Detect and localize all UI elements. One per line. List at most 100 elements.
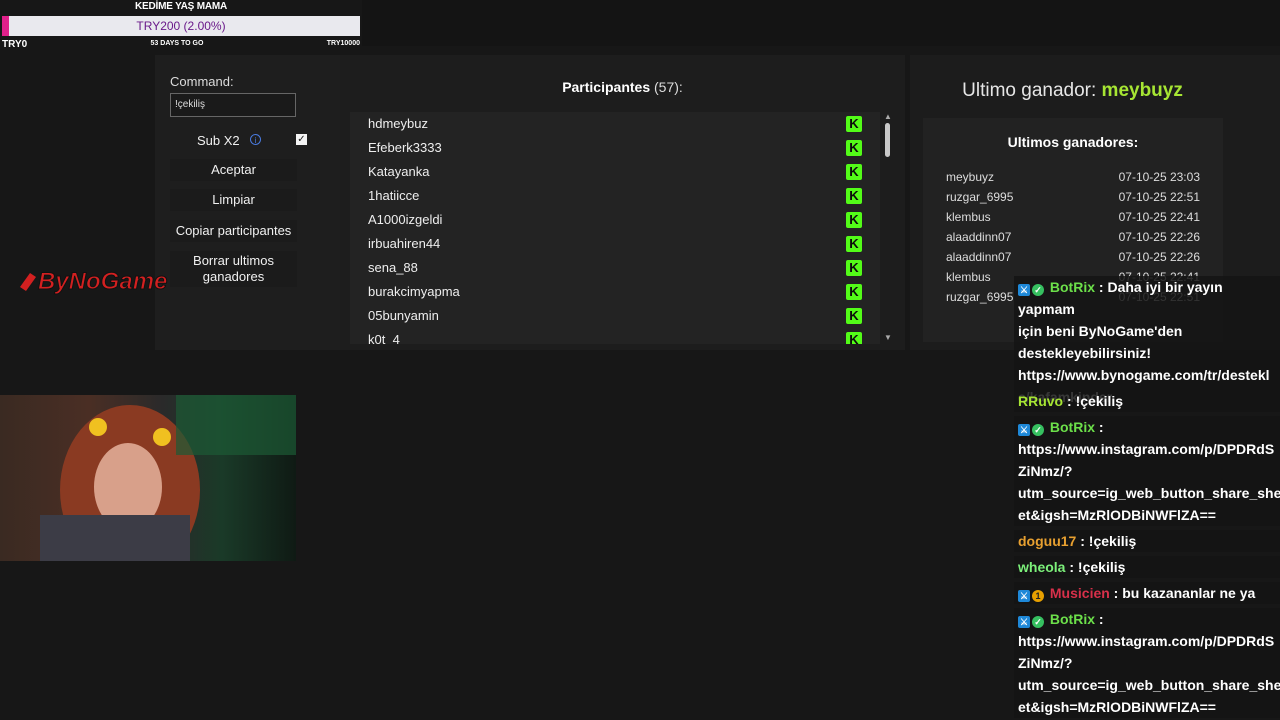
- kick-logo-icon: K: [846, 236, 862, 252]
- chat-text-line: https://www.instagram.com/p/DPDRdS: [1018, 441, 1275, 457]
- winner-name: alaaddinn07: [946, 250, 1012, 264]
- chat-text-line: !çekiliş: [1088, 533, 1137, 549]
- chat-text-line: https://www.instagram.com/p/DPDRdS: [1018, 633, 1275, 649]
- participant-name: Efeberk3333: [368, 140, 442, 155]
- participant-name: k0t_4: [368, 332, 400, 344]
- sub-x2-label: Sub X2: [197, 133, 240, 148]
- chat-text-line: utm_source=ig_web_button_share_she: [1018, 677, 1280, 693]
- chat-message: ⚔ ✓ BotRix : https://www.instagram.com/p/…: [1014, 608, 1280, 718]
- participant-row: 1hatiicce K: [350, 184, 880, 208]
- chat-text-line: utm_source=ig_web_button_share_she: [1018, 485, 1280, 501]
- verified-badge-icon: ✓: [1032, 284, 1044, 296]
- sub-x2-checkbox[interactable]: ✓: [296, 134, 307, 145]
- participant-name: 1hatiicce: [368, 188, 420, 203]
- goal-progress-bar: TRY200 (2.00%): [2, 16, 360, 36]
- last-winner: Ultimo ganador: meybuyz: [910, 80, 1235, 102]
- kick-logo-icon: K: [846, 188, 862, 204]
- last-winner-label: Ultimo ganador:: [962, 80, 1097, 101]
- participant-name: 05bunyamin: [368, 308, 439, 323]
- chat-text-line: için beni ByNoGame'den: [1018, 323, 1183, 339]
- chat-text-line: !çekiliş: [1077, 559, 1126, 575]
- moderator-badge-icon: ⚔: [1018, 616, 1030, 628]
- donation-goal-widget: KEDİME YAŞ MAMA TRY200 (2.00%) TRY0 53 D…: [0, 0, 362, 50]
- goal-max: TRY10000: [326, 40, 360, 47]
- participants-scrollbar[interactable]: [885, 123, 890, 157]
- chat-username[interactable]: doguu17: [1018, 533, 1076, 549]
- participant-name: Katayanka: [368, 164, 430, 179]
- moderator-badge-icon: ⚔: [1018, 284, 1030, 296]
- chat-message: ⚔ ✓ BotRix : Daha iyi bir yayın yapmam içi…: [1014, 276, 1280, 408]
- participant-name: hdmeybuz: [368, 116, 428, 131]
- chat-message: ⚔ 1 Musicien : bu kazananlar ne ya: [1014, 582, 1280, 604]
- winner-date: 07-10-25 23:03: [1118, 170, 1200, 184]
- chat-message: RRuvo : !çekiliş: [1014, 390, 1280, 412]
- kick-logo-icon: K: [846, 260, 862, 276]
- scroll-up-arrow-icon[interactable]: ▲: [884, 112, 892, 121]
- winner-name: ruzgar_6995: [946, 190, 1014, 204]
- moderator-badge-icon: ⚔: [1018, 590, 1030, 602]
- aceptar-button[interactable]: Aceptar: [170, 159, 297, 181]
- participant-row: 05bunyamin K: [350, 304, 880, 328]
- verified-badge-icon: ✓: [1032, 424, 1044, 436]
- kick-logo-icon: K: [846, 164, 862, 180]
- goal-progress-text: TRY200 (2.00%): [136, 19, 226, 33]
- last-winner-name: meybuyz: [1101, 80, 1183, 101]
- chat-overlay: ⚔ ✓ BotRix : Daha iyi bir yayın yapmam içi…: [1014, 276, 1280, 720]
- chat-username[interactable]: BotRix: [1050, 611, 1095, 627]
- chat-text-line: https://www.bynogame.com/tr/destekl: [1018, 367, 1270, 383]
- command-input[interactable]: !çekiliş: [170, 93, 296, 117]
- participant-name: irbuahiren44: [368, 236, 441, 251]
- participants-count: (57):: [654, 79, 683, 95]
- chat-message: ⚔ ✓ BotRix : https://www.instagram.com/p/…: [1014, 416, 1280, 526]
- chat-username[interactable]: wheola: [1018, 559, 1065, 575]
- chat-username[interactable]: BotRix: [1050, 419, 1095, 435]
- chat-username[interactable]: RRuvo: [1018, 393, 1063, 409]
- winner-name: ruzgar_6995: [946, 290, 1014, 304]
- winner-name: alaaddinn07: [946, 230, 1012, 244]
- participant-row: hdmeybuz K: [350, 112, 880, 136]
- logo-text: ByNoGame: [38, 268, 167, 295]
- kick-logo-icon: K: [846, 212, 862, 228]
- chat-text-line: destekleyebilirsiniz!: [1018, 345, 1152, 361]
- bynogame-logo-icon: ByNoGame: [20, 268, 168, 296]
- winner-name: klembus: [946, 210, 991, 224]
- info-icon[interactable]: i: [250, 134, 261, 145]
- winner-name: meybuyz: [946, 170, 995, 184]
- kick-logo-icon: K: [846, 284, 862, 300]
- chat-text-line: et&igsh=MzRlODBiNWFlZA==: [1018, 699, 1216, 715]
- chat-text-line: et&igsh=MzRlODBiNWFlZA==: [1018, 507, 1216, 523]
- winner-date: 07-10-25 22:41: [1118, 210, 1200, 224]
- kick-logo-icon: K: [846, 140, 862, 156]
- limpiar-button[interactable]: Limpiar: [170, 189, 297, 211]
- chat-text-line: ZiNmz/?: [1018, 655, 1073, 671]
- participant-row: irbuahiren44 K: [350, 232, 880, 256]
- chat-username[interactable]: BotRix: [1050, 279, 1095, 295]
- chat-message: doguu17 : !çekiliş: [1014, 530, 1280, 552]
- participant-name: burakcimyapma: [368, 284, 460, 299]
- winner-date: 07-10-25 22:26: [1118, 230, 1200, 244]
- webcam-feed: [0, 395, 296, 561]
- participant-row: A1000izgeldi K: [350, 208, 880, 232]
- goal-title: KEDİME YAŞ MAMA: [134, 1, 227, 12]
- participant-row: sena_88 K: [350, 256, 880, 280]
- moderator-badge-icon: ⚔: [1018, 424, 1030, 436]
- participant-name: sena_88: [368, 260, 418, 275]
- winner-name: klembus: [946, 270, 991, 284]
- winner-row: alaaddinn07 07-10-25 22:26: [946, 250, 1200, 270]
- winner-row: ruzgar_6995 07-10-25 22:51: [946, 190, 1200, 210]
- subscriber-badge-icon: 1: [1032, 590, 1044, 602]
- chat-text-line: ZiNmz/?: [1018, 463, 1073, 479]
- top-strip: [362, 0, 1280, 46]
- participant-row: Katayanka K: [350, 160, 880, 184]
- chat-username[interactable]: Musicien: [1050, 585, 1110, 601]
- chat-text-line: Daha iyi bir yayın yapmam: [1018, 279, 1223, 317]
- verified-badge-icon: ✓: [1032, 616, 1044, 628]
- winner-row: alaaddinn07 07-10-25 22:26: [946, 230, 1200, 250]
- winner-date: 07-10-25 22:51: [1118, 190, 1200, 204]
- goal-days-left: 53 DAYS TO GO: [150, 40, 204, 47]
- winner-row: meybuyz 07-10-25 23:03: [946, 170, 1200, 190]
- scroll-down-arrow-icon[interactable]: ▼: [884, 333, 892, 342]
- winners-list-title: Ultimos ganadores:: [1007, 134, 1139, 150]
- participants-list[interactable]: hdmeybuz K Efeberk3333 K Katayanka K 1hatiicce…: [350, 112, 880, 344]
- winner-row: klembus 07-10-25 22:41: [946, 210, 1200, 230]
